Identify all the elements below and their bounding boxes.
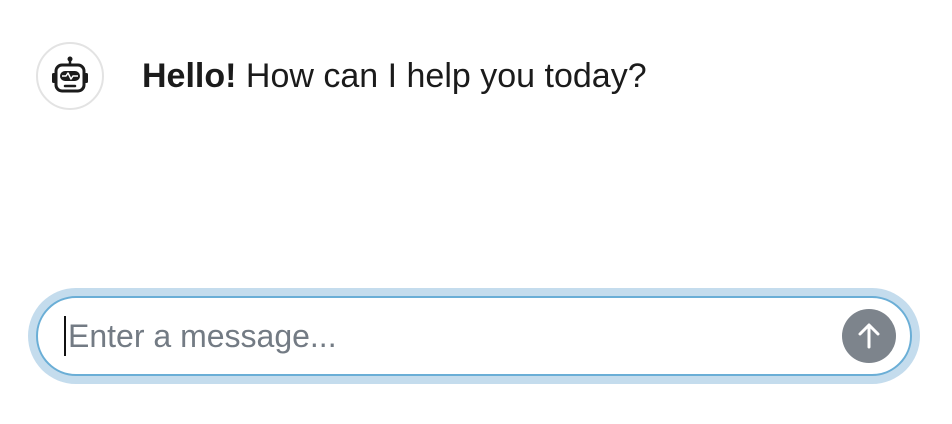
bot-message: Hello! How can I help you today?	[36, 42, 647, 110]
chat-window: Hello! How can I help you today?	[0, 0, 952, 424]
message-input[interactable]	[68, 314, 842, 358]
message-composer	[36, 296, 912, 376]
send-button[interactable]	[842, 309, 896, 363]
composer-focus-ring	[28, 288, 920, 384]
robot-icon	[52, 56, 88, 93]
arrow-up-icon	[858, 323, 880, 349]
message-body: How can I help you today?	[245, 57, 647, 95]
bot-avatar	[36, 42, 104, 110]
message-text: Hello! How can I help you today?	[142, 59, 647, 93]
message-greeting: Hello!	[142, 57, 237, 95]
text-caret	[64, 316, 66, 356]
